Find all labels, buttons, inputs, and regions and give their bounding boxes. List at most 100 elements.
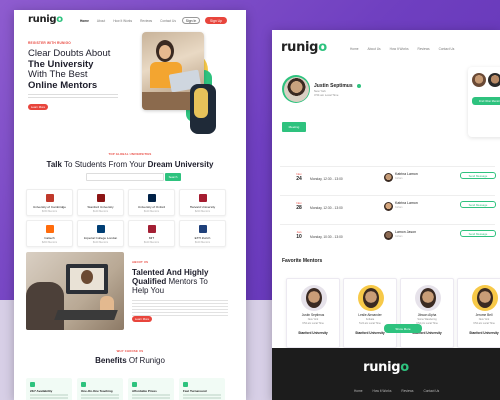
session-row: Nov 24 Monday, 12:30 - 13:00 Katrina Lamon C… — [280, 166, 496, 194]
university-mentor-count: $140 Mentors — [92, 210, 109, 213]
send-message-button[interactable]: Send Message — [460, 201, 496, 208]
dash-nav-reviews[interactable]: Reviews — [418, 47, 430, 51]
mentor-city: New York — [307, 318, 319, 321]
session-mentor-name: Katrina Lamon — [395, 172, 418, 176]
footer-logo[interactable]: runigo — [272, 360, 500, 375]
mentor-card[interactable]: Leslie Alexander Kolkata 5:24 am Local Tim… — [343, 278, 397, 348]
benefit-icon — [30, 382, 35, 387]
send-message-button[interactable]: Send Message — [460, 230, 496, 237]
favorite-mentors-title: Favorite Mentors — [282, 258, 323, 264]
benefit-card: Affordable Prices — [128, 378, 174, 400]
university-mentor-count: $220 Mentors — [194, 210, 211, 213]
dashboard-nav: Home About Us How It Works Reviews Conta… — [350, 47, 454, 51]
nav-about[interactable]: About — [97, 19, 105, 23]
show-more-button[interactable]: Show More — [384, 324, 422, 333]
university-card[interactable]: Harvard University $220 Mentors — [179, 189, 226, 216]
session-mentor-avatar[interactable] — [384, 202, 393, 211]
university-card[interactable]: MIT $120 Mentors — [128, 220, 175, 247]
dash-nav-contact[interactable]: Contact Us — [439, 47, 455, 51]
session-mentor-name: Lamon Jason — [395, 230, 417, 234]
mentor-card[interactable]: Jerome Bell New York 3:54 am Local Time Sta… — [457, 278, 500, 348]
university-crest-icon — [97, 225, 105, 233]
nav-home[interactable]: Home — [80, 19, 89, 23]
mentor-card[interactable]: Jikwon Alpha Some Wandering 3:54 pm Local … — [400, 278, 454, 348]
university-card[interactable]: Caltech $200 Mentors — [26, 220, 73, 247]
logo-accent: o — [56, 14, 63, 25]
benefit-title: One-On-One Teaching — [81, 389, 113, 393]
send-message-button[interactable]: Send Message — [460, 172, 496, 179]
university-card[interactable]: Stanford University $140 Mentors — [77, 189, 124, 216]
nav-reviews[interactable]: Reviews — [140, 19, 152, 23]
dash-nav-home[interactable]: Home — [350, 47, 359, 51]
session-day: 10 — [296, 234, 302, 240]
university-crest-icon — [199, 225, 207, 233]
mentor-avatar — [415, 285, 441, 311]
dash-nav-how-it-works[interactable]: How It Works — [390, 47, 409, 51]
session-mentor-avatar[interactable] — [384, 173, 393, 182]
benefits-heading: Benefits Of Runigo — [14, 356, 246, 365]
mentor-city: New York — [478, 318, 490, 321]
hero-line-3: With The Best — [28, 69, 88, 80]
session-mentor-subtitle: Cohan — [395, 177, 403, 180]
mentor-name: Jerome Bell — [475, 313, 493, 317]
top-nav: Home About How It Works Reviews Contact … — [80, 19, 176, 23]
session-mentor-subtitle: Cohan — [395, 235, 403, 238]
hero-image — [142, 32, 216, 134]
suggested-mentor-avatar[interactable] — [488, 73, 500, 87]
talk-heading-c: Dream University — [147, 160, 214, 169]
about-line-2a: Qualified — [132, 277, 167, 286]
university-search-button[interactable]: Search — [165, 173, 181, 181]
footer-nav-contact[interactable]: Contact Us — [423, 389, 439, 393]
logo[interactable]: runigo — [28, 14, 63, 25]
benefits-heading-b: Of Runigo — [126, 356, 165, 365]
dashboard-logo[interactable]: runigo — [281, 40, 327, 55]
mentor-name: Leslie Alexander — [358, 313, 382, 317]
university-name: MIT — [148, 236, 155, 240]
nav-contact[interactable]: Contact Us — [160, 19, 176, 23]
about-kicker: ABOUT US — [132, 260, 149, 264]
hero-description — [28, 94, 118, 100]
benefit-description — [183, 394, 221, 396]
university-crest-icon — [46, 225, 54, 233]
find-other-mentors-button[interactable]: Find Other Mentors — [472, 97, 500, 105]
university-card[interactable]: Imperial College London $120 Mentors — [77, 220, 124, 247]
sign-in-button[interactable]: Sign In — [182, 17, 200, 24]
mentor-avatar — [472, 285, 498, 311]
why-kicker: WHY CHOOSE US — [116, 349, 144, 353]
landing-page: runigo Home About How It Works Reviews C… — [14, 10, 246, 400]
footer-nav-reviews[interactable]: Reviews — [401, 389, 413, 393]
footer-nav-how-it-works[interactable]: How It Works — [373, 389, 392, 393]
benefit-card: One-On-One Teaching — [77, 378, 123, 400]
nav-how-it-works[interactable]: How It Works — [113, 19, 132, 23]
mentor-card[interactable]: Justin Septimus New York 3:54 am Local Tim… — [286, 278, 340, 348]
dashboard-page: runigo Home About Us How It Works Review… — [272, 30, 500, 400]
hero-line-4: Online Mentors — [28, 79, 98, 91]
session-mentor-name: Katrina Lamon — [395, 201, 418, 205]
benefit-icon — [132, 382, 137, 387]
talk-heading-a: Talk — [46, 160, 62, 169]
university-search-input[interactable] — [86, 173, 164, 181]
about-learn-more-button[interactable]: Learn More — [132, 316, 152, 322]
university-card[interactable]: University of Oxford $120 Mentors — [128, 189, 175, 216]
university-card[interactable]: University of Cambridge $150 Mentors — [26, 189, 73, 216]
tab-meeting[interactable]: Meeting — [282, 122, 306, 132]
about-heading: Talented And Highly Qualified Mentors To… — [132, 268, 208, 295]
university-name: Imperial College London — [83, 236, 118, 240]
global-kicker: TOP GLOBAL UNIVERSITIES — [108, 152, 152, 156]
mentor-city: Some Wandering — [417, 318, 437, 321]
university-card[interactable]: ETH Zurich $120 Mentors — [179, 220, 226, 247]
hero-learn-more-button[interactable]: Learn More — [28, 104, 48, 110]
suggested-mentor-avatar[interactable] — [472, 73, 486, 87]
about-line-3: Help You — [132, 286, 165, 295]
profile-avatar[interactable] — [282, 75, 310, 103]
session-mentor-avatar[interactable] — [384, 231, 393, 240]
footer-nav-home[interactable]: Home — [354, 389, 363, 393]
mentor-university: Stanford University — [298, 331, 328, 335]
sign-up-button[interactable]: Sign Up — [205, 17, 227, 24]
university-mentor-count: $120 Mentors — [143, 210, 160, 213]
talk-heading-b: To Students From Your — [61, 160, 148, 169]
university-name: ETH Zurich — [194, 236, 211, 240]
mentor-avatar — [358, 285, 384, 311]
dash-nav-about[interactable]: About Us — [368, 47, 381, 51]
session-time: Monday, 12:30 - 13:00 — [310, 177, 343, 181]
